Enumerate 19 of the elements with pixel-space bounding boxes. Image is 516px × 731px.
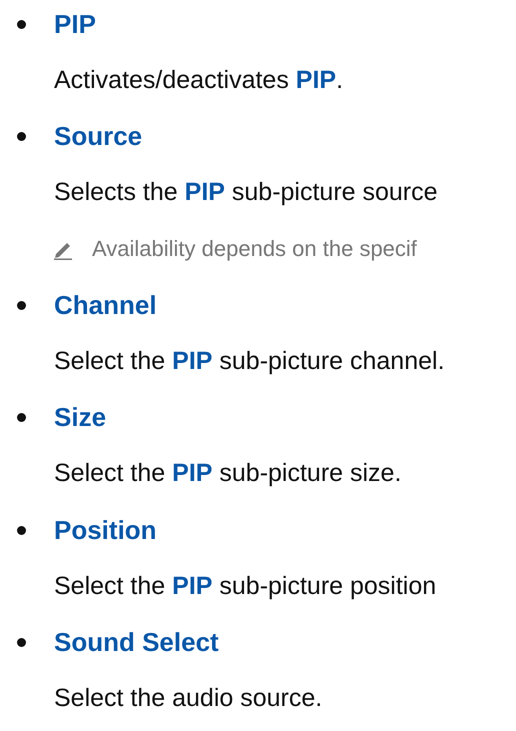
item-description: Select the audio source. xyxy=(54,684,322,714)
item-title: Channel xyxy=(54,290,157,321)
bullet-dot xyxy=(17,300,26,310)
item-title: Size xyxy=(54,402,106,434)
note-text: Availability depends on the specif xyxy=(92,236,417,262)
item-description: Select the PIP sub-picture channel. xyxy=(54,347,445,376)
item-description: Activates/deactivates PIP. xyxy=(54,66,344,95)
item-description: Select the PIP sub-picture size. xyxy=(54,459,402,488)
bullet-dot xyxy=(17,526,26,535)
item-title: PIP xyxy=(54,8,96,40)
item-title: Position xyxy=(54,514,157,546)
item-description: Selects the PIP sub-picture source xyxy=(54,178,438,208)
item-title: Source xyxy=(54,121,142,152)
bullet-dot xyxy=(17,413,26,422)
item-title: Sound Select xyxy=(54,627,219,658)
bullet-dot xyxy=(17,132,26,142)
bullet-dot xyxy=(17,638,26,648)
bullet-dot xyxy=(17,20,26,29)
item-description: Select the PIP sub-picture position xyxy=(54,572,436,601)
